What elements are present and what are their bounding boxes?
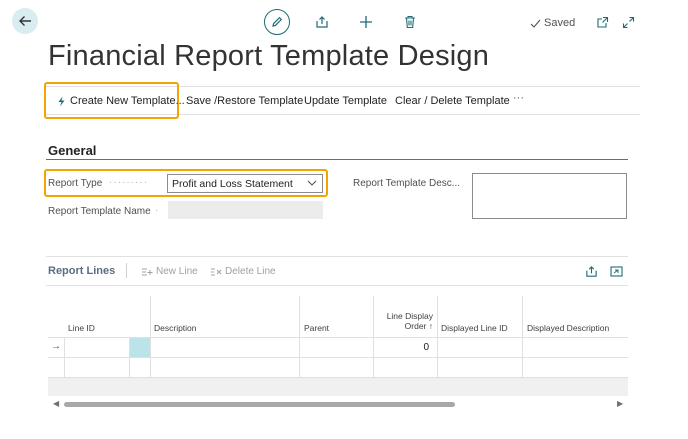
edit-button[interactable]: [264, 9, 290, 35]
saved-status: Saved: [530, 17, 575, 29]
create-new-template-label: Create New Template...: [70, 95, 185, 107]
report-type-select[interactable]: Profit and Loss Statement: [167, 174, 323, 193]
new-line-button[interactable]: New Line: [141, 266, 198, 277]
more-actions-button[interactable]: ···: [513, 92, 524, 104]
share-icon: [316, 16, 328, 28]
delete-icon: [405, 15, 415, 29]
report-template-name-leader-dots: ·: [155, 205, 160, 216]
column-header-displayed-line-id[interactable]: Displayed Line ID: [441, 323, 508, 333]
report-lines-top-divider: [46, 256, 628, 257]
report-lines-separator: [126, 263, 127, 278]
chevron-down-icon: [307, 180, 317, 186]
lightning-icon: [58, 96, 65, 106]
add-icon: [360, 16, 372, 28]
report-lines-grid: Line ID Description Parent Line Display …: [48, 296, 628, 378]
delete-line-button[interactable]: Delete Line: [210, 266, 276, 277]
expand-icon: [622, 16, 634, 28]
open-new-window-icon: [596, 16, 608, 28]
column-header-line-display-order[interactable]: Line Display Order ↑: [378, 311, 433, 331]
add-button[interactable]: [358, 14, 374, 30]
back-arrow-icon: [19, 16, 31, 26]
report-lines-expand-button[interactable]: [608, 263, 624, 279]
open-new-window-button[interactable]: [594, 14, 610, 30]
report-template-desc-label: Report Template Desc...: [353, 178, 461, 189]
displayed-description-cell[interactable]: [523, 338, 628, 357]
clear-delete-template-button[interactable]: Clear / Delete Template: [395, 95, 510, 107]
general-section-divider: [46, 159, 628, 160]
open-in-page-icon: [609, 265, 623, 277]
update-template-button[interactable]: Update Template: [304, 95, 387, 107]
report-lines-divider: [46, 285, 628, 286]
scroll-right-arrow[interactable]: ▶: [617, 399, 623, 408]
parent-cell[interactable]: [300, 338, 373, 357]
horizontal-scrollbar-thumb[interactable]: [64, 402, 455, 407]
expand-button[interactable]: [620, 14, 636, 30]
line-id-cell[interactable]: [65, 338, 129, 357]
delete-line-icon: [211, 268, 222, 275]
column-header-line-display-order-line1: Line Display: [386, 311, 433, 321]
grid-empty-area: [48, 378, 628, 396]
row-indicator: →: [51, 341, 61, 352]
page-title: Financial Report Template Design: [48, 40, 490, 72]
save-restore-template-button[interactable]: Save /Restore Template: [186, 95, 303, 107]
column-header-description[interactable]: Description: [154, 323, 197, 333]
description-cell[interactable]: [151, 338, 299, 357]
displayed-line-id-cell[interactable]: [438, 338, 522, 357]
column-header-parent[interactable]: Parent: [304, 323, 329, 333]
create-new-template-button[interactable]: Create New Template...: [57, 95, 185, 107]
delete-line-label: Delete Line: [225, 266, 276, 277]
delete-button[interactable]: [402, 14, 418, 30]
report-template-desc-input[interactable]: [472, 173, 627, 219]
share-button[interactable]: [314, 14, 330, 30]
scroll-left-arrow[interactable]: ◀: [53, 399, 59, 408]
table-row[interactable]: → 0: [48, 338, 628, 357]
back-button[interactable]: [12, 8, 38, 34]
edit-pencil-icon: [272, 16, 283, 27]
report-template-name-input[interactable]: [168, 201, 323, 219]
report-lines-title: Report Lines: [48, 265, 116, 277]
report-type-value: Profit and Loss Statement: [172, 177, 293, 190]
line-display-order-cell[interactable]: 0: [374, 342, 429, 353]
column-header-displayed-description[interactable]: Displayed Description: [527, 323, 609, 333]
report-lines-share-button[interactable]: [583, 263, 599, 279]
table-row[interactable]: [48, 358, 628, 377]
report-type-label: Report Type: [48, 178, 103, 189]
check-icon: [530, 19, 541, 28]
column-header-line-display-order-line2: Order ↑: [404, 321, 433, 331]
report-template-name-label: Report Template Name: [48, 206, 151, 217]
share-icon: [585, 265, 597, 277]
column-header-line-id[interactable]: Line ID: [68, 323, 95, 333]
new-line-label: New Line: [156, 266, 198, 277]
line-id-focus-cell[interactable]: [130, 338, 150, 357]
report-type-leader-dots: ·········: [109, 177, 148, 188]
new-line-icon: [142, 268, 153, 275]
saved-label: Saved: [544, 17, 576, 29]
general-section-title: General: [48, 143, 97, 158]
